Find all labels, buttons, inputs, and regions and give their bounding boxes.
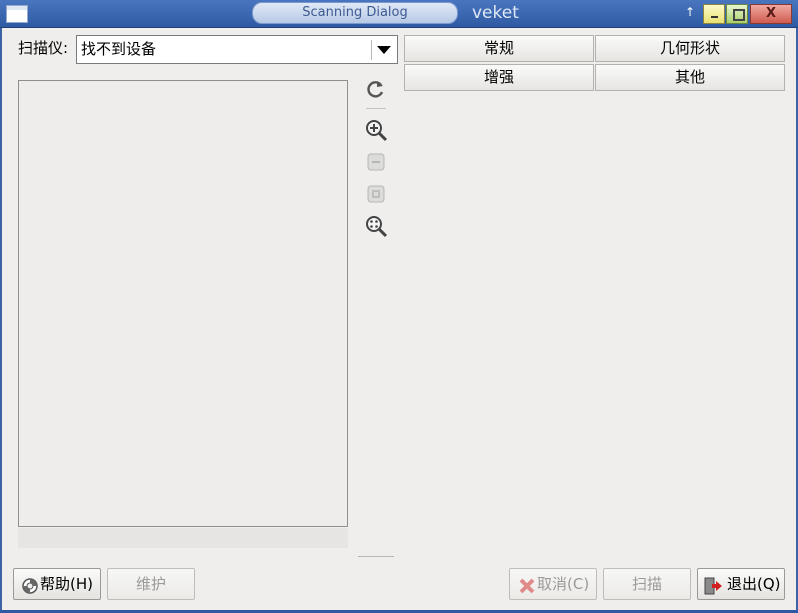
scanner-label: 扫描仪: [18,39,69,57]
desktop-brand-label: veket [472,3,519,23]
tab-general[interactable]: 常规 [404,35,594,62]
shade-arrow-icon[interactable]: ↑ [684,4,696,20]
scan-preview-area[interactable] [18,80,348,527]
help-button-label: 帮助(H) [40,575,93,593]
cancel-x-icon [518,575,536,594]
scan-button[interactable]: 扫描 [603,568,691,600]
zoom-fit-icon[interactable] [364,214,388,238]
cancel-button-label: 取消(C) [537,575,590,593]
tab-enhancement[interactable]: 增强 [404,64,594,91]
zoom-in-icon[interactable] [364,118,388,142]
zoom-out-icon[interactable] [364,150,388,174]
window-menu-icon[interactable] [6,5,28,23]
maintenance-button[interactable]: 维护 [107,568,195,600]
window-title: Scanning Dialog [302,5,408,20]
tab-other[interactable]: 其他 [595,64,785,91]
maximize-button[interactable] [726,4,748,24]
chevron-down-icon[interactable] [371,40,395,60]
scanner-select-value: 找不到设备 [81,40,157,58]
window-border-left [0,28,2,613]
refresh-icon[interactable] [364,77,388,101]
zoom-selection-icon[interactable] [364,182,388,206]
toolbar-separator [366,108,386,109]
toolbar-separator [358,556,394,557]
close-button[interactable]: X [750,4,792,24]
help-button[interactable]: 帮助(H) [13,568,101,600]
quit-button[interactable]: 退出(Q) [697,568,785,600]
scanner-select[interactable]: 找不到设备 [76,35,398,64]
progress-bar [18,528,348,548]
minimize-button[interactable] [703,4,725,24]
cancel-button[interactable]: 取消(C) [509,568,597,600]
quit-button-label: 退出(Q) [727,575,781,593]
exit-door-icon [704,575,722,595]
tab-geometry[interactable]: 几何形状 [595,35,785,62]
lifebuoy-icon [21,575,39,594]
